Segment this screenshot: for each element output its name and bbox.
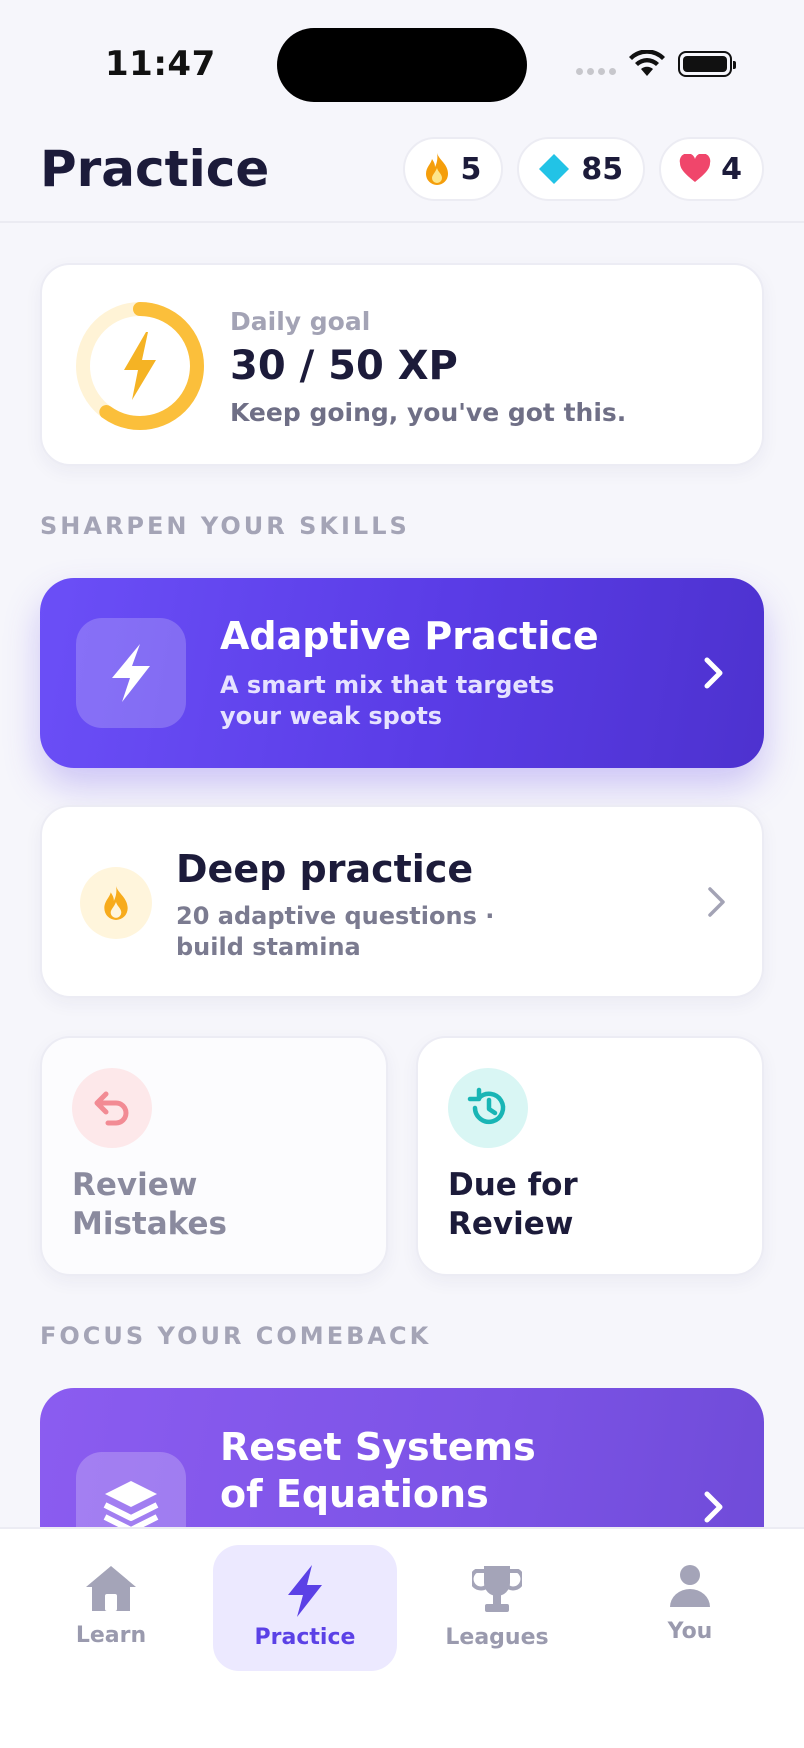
comeback-topic-title: Reset Systems of Equations xyxy=(220,1425,536,1516)
review-mistakes-title: Review Mistakes xyxy=(72,1167,227,1242)
history-clock-icon xyxy=(467,1087,506,1125)
daily-goal-message: Keep going, you've got this. xyxy=(230,398,627,427)
tab-leagues[interactable]: Leagues xyxy=(405,1545,589,1671)
tab-learn-label: Learn xyxy=(75,1623,147,1648)
flame-icon xyxy=(104,886,128,920)
streak-pill[interactable]: 5 xyxy=(402,137,504,201)
cellular-signal-icon xyxy=(576,68,616,75)
daily-goal-progress-ring xyxy=(76,302,204,430)
stats-pills: 5 85 4 xyxy=(402,137,764,201)
heart-icon xyxy=(679,154,711,182)
gems-count: 85 xyxy=(581,151,624,187)
hearts-count: 4 xyxy=(721,151,742,187)
flame-icon xyxy=(425,153,448,185)
bolt-icon xyxy=(124,332,156,400)
chevron-right-icon xyxy=(704,1491,723,1523)
review-mistakes-icon-circle xyxy=(72,1068,152,1148)
tab-practice-label: Practice xyxy=(254,1625,356,1650)
trophy-icon xyxy=(472,1566,522,1612)
page-header: Practice 5 85 4 xyxy=(0,130,804,223)
daily-goal-value: 30 / 50 XP xyxy=(230,343,458,389)
tab-leagues-label: Leagues xyxy=(445,1625,549,1650)
tab-practice[interactable]: Practice xyxy=(213,1545,397,1671)
adaptive-practice-title: Adaptive Practice xyxy=(220,614,599,658)
battery-icon xyxy=(678,51,736,77)
section-label-skills: SHARPEN YOUR SKILLS xyxy=(40,512,410,540)
chevron-right-icon xyxy=(704,657,723,689)
home-icon xyxy=(86,1566,136,1611)
status-bar: 11:47 xyxy=(0,0,804,130)
daily-goal-card[interactable]: Daily goal 30 / 50 XP Keep going, you've… xyxy=(40,263,764,466)
deep-practice-subtitle: 20 adaptive questions · build stamina xyxy=(176,902,495,961)
bolt-icon xyxy=(288,1565,322,1617)
chevron-right-icon xyxy=(708,887,725,917)
gem-icon xyxy=(539,154,570,184)
deep-practice-title: Deep practice xyxy=(176,847,474,891)
review-mistakes-card[interactable]: Review Mistakes xyxy=(40,1036,388,1276)
wifi-icon xyxy=(629,50,665,76)
streak-count: 5 xyxy=(460,151,482,187)
bolt-icon xyxy=(112,644,150,702)
bottom-tab-bar: Learn Practice Leagues You xyxy=(0,1527,804,1748)
hearts-pill[interactable]: 4 xyxy=(659,137,764,201)
status-time: 11:47 xyxy=(105,44,216,84)
daily-goal-label: Daily goal xyxy=(230,307,371,336)
due-for-review-title: Due for Review xyxy=(448,1167,578,1242)
person-icon xyxy=(670,1565,710,1607)
page-title: Practice xyxy=(40,140,270,198)
adaptive-practice-subtitle: A smart mix that targets your weak spots xyxy=(220,671,555,730)
tab-you[interactable]: You xyxy=(598,1545,782,1671)
adaptive-practice-icon-tile xyxy=(76,618,186,728)
tab-you-label: You xyxy=(667,1619,713,1644)
gems-pill[interactable]: 85 xyxy=(517,137,646,201)
deep-practice-card[interactable]: Deep practice 20 adaptive questions · bu… xyxy=(40,805,764,998)
section-label-comeback: FOCUS YOUR COMEBACK xyxy=(40,1322,432,1350)
deep-practice-icon-circle xyxy=(80,867,152,939)
undo-arrow-icon xyxy=(94,1091,129,1126)
due-for-review-icon-circle xyxy=(448,1068,528,1148)
due-for-review-card[interactable]: Due for Review xyxy=(416,1036,764,1276)
dynamic-island xyxy=(277,28,527,102)
adaptive-practice-card[interactable]: Adaptive Practice A smart mix that targe… xyxy=(40,578,764,768)
tab-learn[interactable]: Learn xyxy=(19,1545,203,1671)
